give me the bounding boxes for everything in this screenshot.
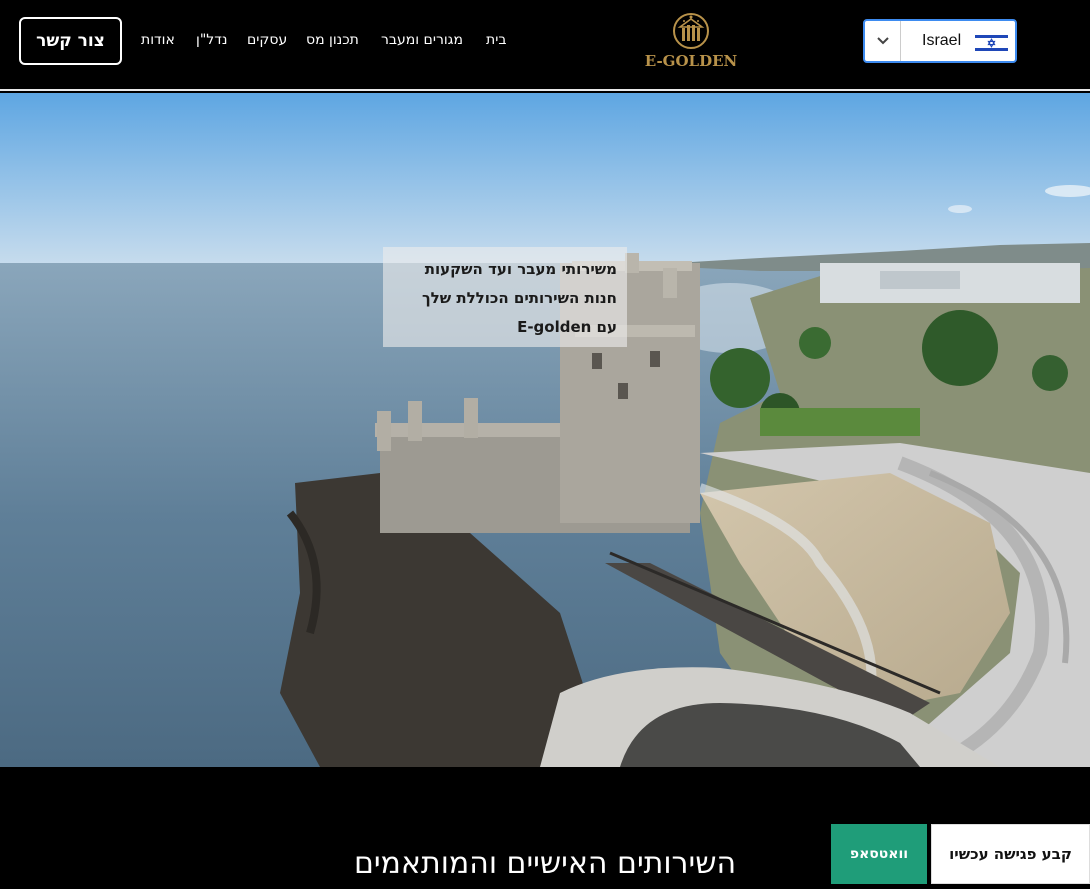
country-selector[interactable]: Israel [863, 19, 1017, 63]
site-logo[interactable]: E-GOLDEN [644, 12, 738, 72]
hero-caption-line: חנות השירותים הכוללת שלך [421, 289, 617, 307]
hero-caption-line: עם E-golden [517, 318, 617, 336]
nav-home[interactable]: בית [486, 32, 506, 48]
logo-emblem-icon [673, 13, 709, 49]
israel-flag-icon [975, 33, 1008, 53]
nav-about[interactable]: אודות [141, 32, 175, 48]
country-name: Israel [922, 32, 962, 49]
schedule-meeting-button[interactable]: קבע פגישה עכשיו [931, 824, 1090, 884]
whatsapp-button[interactable]: וואטסאפ [831, 824, 927, 884]
hero-caption-line: משירותי מעבר ועד השקעות [424, 260, 617, 278]
nav-tax-planning[interactable]: תכנון מס [306, 32, 359, 48]
nav-relocation[interactable]: מגורים ומעבר [381, 32, 463, 48]
logo-text: E-GOLDEN [644, 52, 738, 70]
nav-real-estate[interactable]: נדל"ן [196, 32, 227, 48]
hero-image [0, 93, 1090, 767]
hero-caption: משירותי מעבר ועד השקעות חנות השירותים הכ… [383, 247, 627, 347]
chevron-down-icon [865, 21, 901, 61]
nav-business[interactable]: עסקים [247, 32, 287, 48]
hero-banner: משירותי מעבר ועד השקעות חנות השירותים הכ… [0, 93, 1090, 767]
contact-button[interactable]: צור קשר [19, 17, 122, 65]
site-header: צור קשר אודות נדל"ן עסקים תכנון מס מגורי… [0, 0, 1090, 91]
services-section-title: השירותים האישיים והמותאמים [353, 846, 737, 881]
